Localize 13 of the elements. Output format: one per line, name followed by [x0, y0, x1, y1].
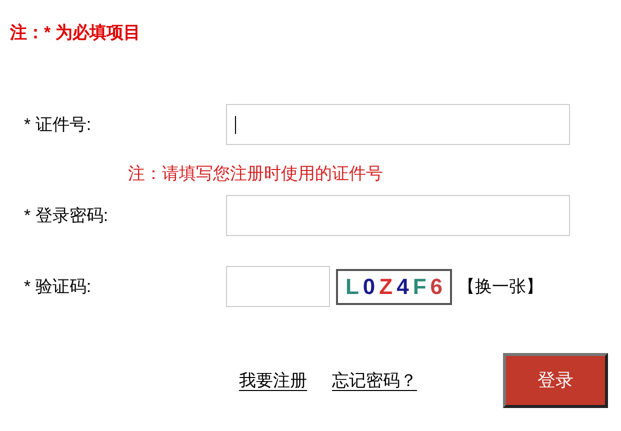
input-field[interactable] [226, 195, 570, 236]
link[interactable]: 忘记密码？ [332, 368, 417, 394]
login-button[interactable]: 登录 [503, 353, 608, 408]
captcha-field[interactable] [226, 266, 330, 307]
required-note: 注：* 为必填项目 [10, 23, 140, 42]
field-hint: 注：请填写您注册时使用的证件号 [128, 164, 383, 183]
field-label: * 登录密码: [24, 204, 110, 227]
input-field[interactable] [226, 104, 570, 145]
refresh-captcha-link[interactable]: 【换一张】 [458, 274, 543, 300]
link[interactable]: 我要注册 [239, 368, 307, 394]
captcha-image: L 0 Z 4 F 6 [336, 268, 452, 304]
field-label: * 证件号: [24, 114, 92, 136]
field-label: * 验证码: [24, 276, 92, 298]
